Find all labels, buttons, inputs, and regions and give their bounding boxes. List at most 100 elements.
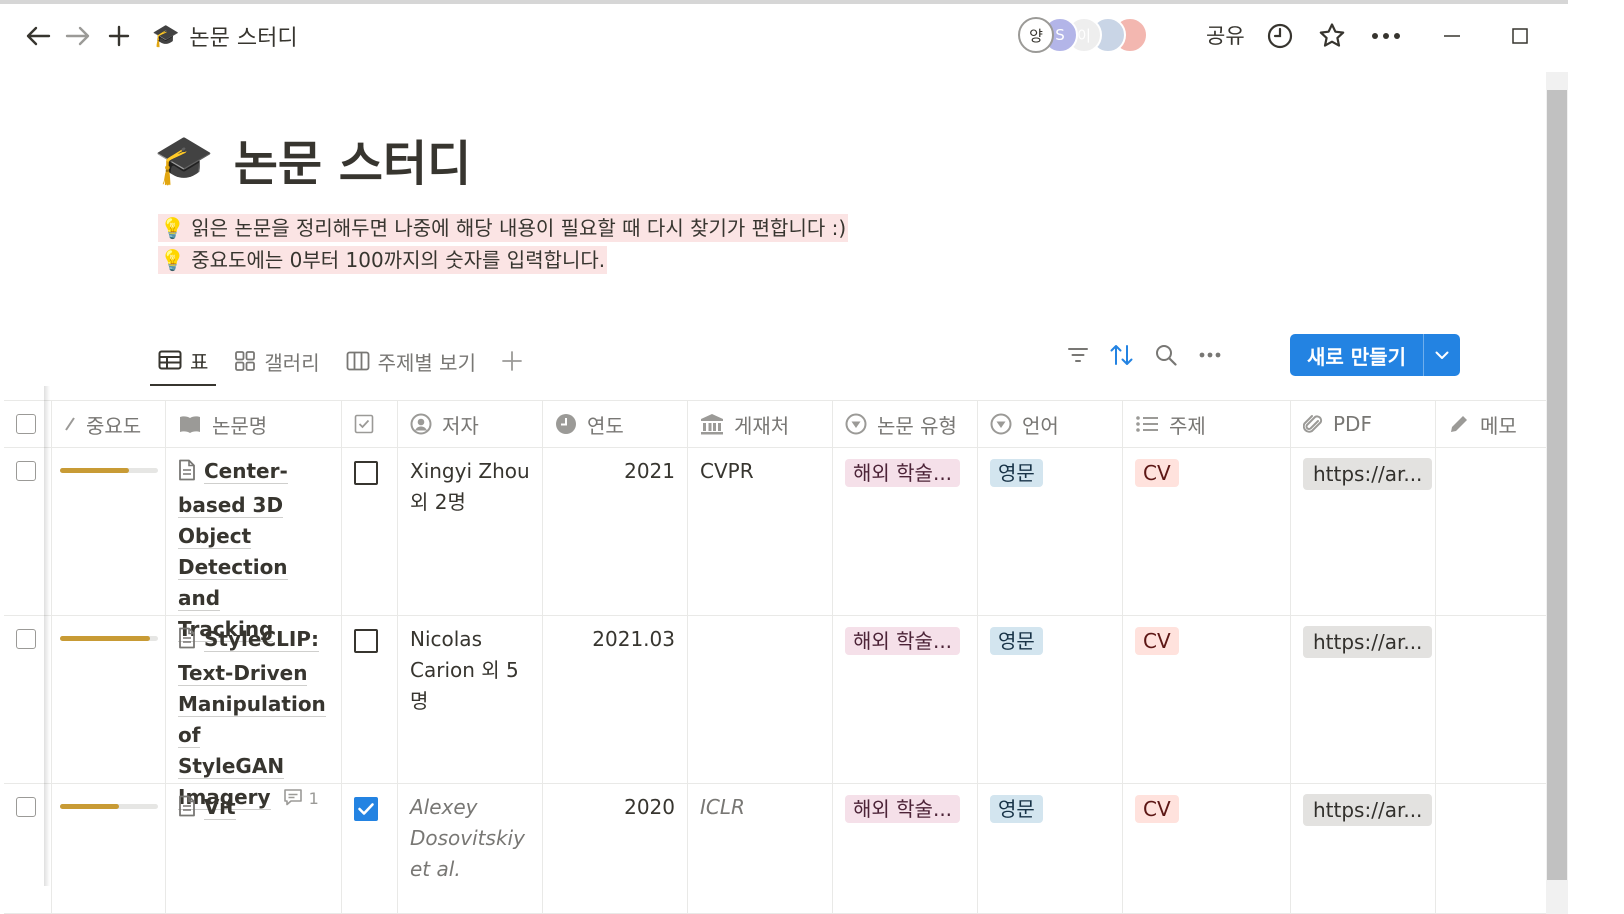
title-cell[interactable]: Vit (166, 784, 342, 913)
column-header-language[interactable]: 언어 (978, 401, 1123, 447)
favorite-button[interactable] (1314, 18, 1350, 54)
year-cell[interactable]: 2020 (543, 784, 688, 913)
author-cell[interactable]: Alexey Dosovitskiy et al. (398, 784, 543, 913)
page-title[interactable]: 🎓 논문 스터디 (154, 124, 471, 194)
importance-cell[interactable] (52, 448, 166, 615)
year-cell[interactable]: 2021 (543, 448, 688, 615)
filter-button[interactable] (1056, 334, 1100, 376)
importance-cell[interactable] (52, 616, 166, 783)
view-tabs: 표 갤러리 주제별 보기 (150, 336, 548, 386)
done-checkbox[interactable] (354, 461, 378, 485)
breadcrumb[interactable]: 🎓 논문 스터디 (152, 20, 298, 52)
column-header-year[interactable]: 연도 (543, 401, 688, 447)
language-cell[interactable]: 영문 (978, 616, 1123, 783)
language-cell[interactable]: 영문 (978, 784, 1123, 913)
author-cell[interactable]: Xingyi Zhou 외 2명 (398, 448, 543, 615)
column-header-pdf[interactable]: PDF (1291, 401, 1436, 447)
column-header-title[interactable]: 논문명 (166, 401, 342, 447)
forward-button[interactable] (60, 18, 96, 54)
column-header-done[interactable] (342, 401, 398, 447)
pdf-link[interactable]: https://ar... (1303, 794, 1433, 826)
column-header-author[interactable]: 저자 (398, 401, 543, 447)
venue-cell[interactable]: CVPR (688, 448, 833, 615)
year-cell[interactable]: 2021.03 (543, 616, 688, 783)
new-item-button[interactable]: 새로 만들기 (1290, 334, 1424, 376)
paper-title-text[interactable]: Center- (204, 459, 288, 484)
topic-cell[interactable]: CV (1123, 448, 1291, 615)
row-select-checkbox[interactable] (16, 461, 36, 481)
author-cell[interactable]: Nicolas Carion 외 5명 (398, 616, 543, 783)
done-checkbox[interactable] (354, 629, 378, 653)
table-icon (158, 350, 182, 370)
importance-cell[interactable] (52, 784, 166, 913)
paper-title-text[interactable]: StyleCLIP: (204, 627, 319, 652)
paper-type-tag: 해외 학술... (845, 795, 961, 823)
column-header-importance[interactable]: 중요도 (52, 401, 166, 447)
tab-gallery[interactable]: 갤러리 (226, 336, 327, 386)
paper-title-text[interactable]: Vit (204, 795, 236, 820)
paper-type-cell[interactable]: 해외 학술... (833, 448, 978, 615)
pdf-cell[interactable]: https://ar... (1291, 616, 1436, 783)
new-page-button[interactable] (101, 18, 137, 54)
paper-title-text[interactable]: Object (178, 524, 252, 549)
table-row[interactable]: Center-based 3D Object Detection and Tracki… (4, 448, 1602, 642)
select-all-checkbox[interactable] (16, 414, 36, 434)
paper-title-text[interactable]: StyleGAN (178, 754, 285, 779)
paper-title-text[interactable]: Text-Driven (178, 661, 308, 686)
back-button[interactable] (20, 18, 56, 54)
paper-type-cell[interactable]: 해외 학술... (833, 784, 978, 913)
year-value: 2021.03 (592, 627, 675, 651)
add-view-button[interactable] (494, 336, 538, 386)
tab-table[interactable]: 표 (150, 336, 217, 386)
pdf-link[interactable]: https://ar... (1303, 626, 1433, 658)
pdf-link[interactable]: https://ar... (1303, 458, 1433, 490)
callout-line[interactable]: 💡 중요도에는 0부터 100까지의 숫자를 입력합니다. (158, 244, 608, 274)
title-cell[interactable]: Center-based 3D Object Detection and Tracki… (166, 448, 342, 642)
paper-title-text[interactable]: Detection and (178, 555, 288, 611)
importance-property-icon (64, 416, 86, 432)
more-options-button[interactable] (1368, 18, 1404, 54)
column-header-topic[interactable]: 주제 (1123, 401, 1291, 447)
importance-progress-bar (60, 468, 158, 473)
paper-type-cell[interactable]: 해외 학술... (833, 616, 978, 783)
maximize-button[interactable] (1500, 18, 1540, 54)
table-row[interactable]: Vit Alexey Dosovitskiy et al. 2020 ICLR 해외 학술.… (4, 784, 1602, 914)
column-header-paper-type[interactable]: 논문 유형 (833, 401, 978, 447)
pdf-cell[interactable]: https://ar... (1291, 784, 1436, 913)
row-select-checkbox[interactable] (16, 629, 36, 649)
venue-cell[interactable]: ICLR (688, 784, 833, 913)
view-options-button[interactable] (1188, 334, 1232, 376)
scrollbar-thumb[interactable] (1547, 90, 1567, 880)
venue-cell[interactable] (688, 616, 833, 783)
pdf-cell[interactable]: https://ar... (1291, 448, 1436, 615)
importance-progress-bar (60, 804, 158, 809)
title-cell[interactable]: StyleCLIP: Text-Driven Manipulation of Styl… (166, 616, 342, 810)
search-button[interactable] (1144, 334, 1188, 376)
avatar[interactable]: 양 (1018, 17, 1054, 53)
callout-line[interactable]: 💡 읽은 논문을 정리해두면 나중에 해당 내용이 필요할 때 다시 찾기가 편… (158, 212, 849, 242)
language-cell[interactable]: 영문 (978, 448, 1123, 615)
collaborator-avatars[interactable]: 양S이 (1018, 17, 1202, 53)
sort-button[interactable] (1100, 334, 1144, 376)
tab-board[interactable]: 주제별 보기 (338, 336, 484, 386)
author-text: Carion 외 5명 (410, 658, 519, 713)
topic-cell[interactable]: CV (1123, 784, 1291, 913)
paper-title-text[interactable]: based 3D (178, 493, 284, 518)
new-item-template-dropdown[interactable] (1424, 334, 1460, 376)
done-checkbox-cell (342, 784, 398, 913)
row-select-checkbox[interactable] (16, 797, 36, 817)
paper-title-text[interactable]: Manipulation of (178, 692, 326, 748)
topic-cell[interactable]: CV (1123, 616, 1291, 783)
done-checkbox[interactable] (354, 797, 378, 821)
table-row[interactable]: StyleCLIP: Text-Driven Manipulation of Styl… (4, 616, 1602, 810)
arrow-right-icon (65, 26, 90, 46)
share-button[interactable]: 공유 (1206, 20, 1245, 50)
title-line: StyleGAN (178, 751, 329, 782)
column-header-venue[interactable]: 게재처 (688, 401, 833, 447)
minimize-button[interactable] (1432, 18, 1472, 54)
updates-button[interactable] (1262, 18, 1298, 54)
page-content: 🎓 논문 스터디 💡 읽은 논문을 정리해두면 나중에 해당 내용이 필요할 때… (4, 72, 1602, 914)
column-header-label: PDF (1333, 412, 1372, 436)
page-icon (178, 459, 196, 490)
filter-icon (1068, 348, 1088, 362)
